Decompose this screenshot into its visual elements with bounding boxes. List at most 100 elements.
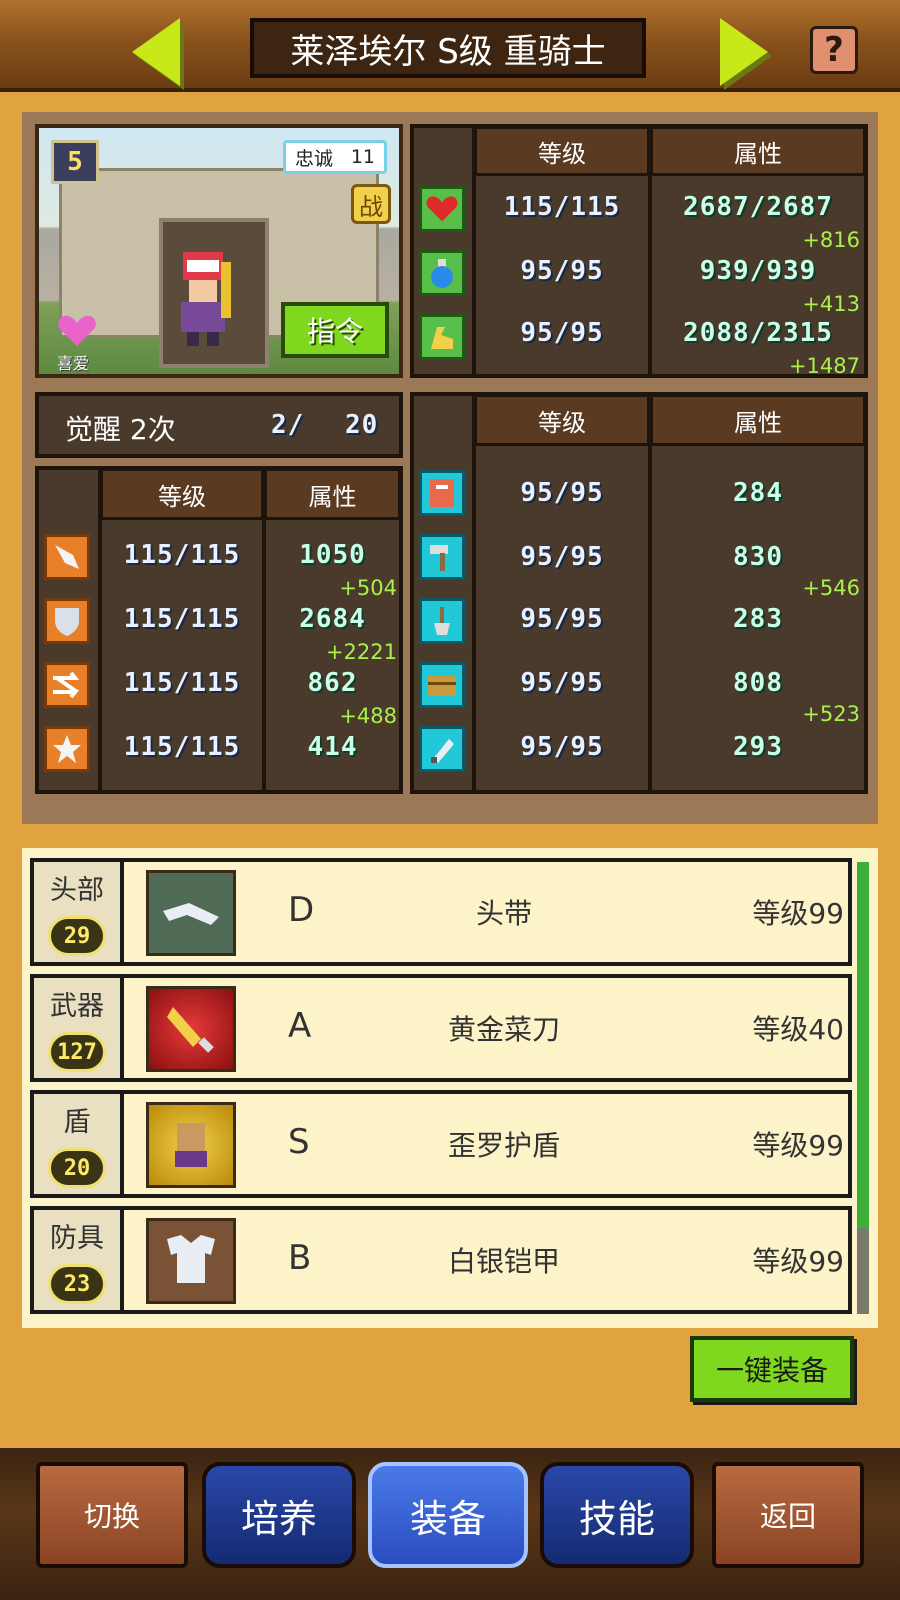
switch-button[interactable]: 切换 [36, 1462, 188, 1568]
main-col-level: 等级 [474, 126, 650, 176]
equipment-row-armor[interactable]: 防具 23 B 白银铠甲 等级99 [30, 1206, 852, 1314]
tab-train[interactable]: 培养 [202, 1462, 356, 1568]
equipment-level: 等级40 [752, 1013, 844, 1046]
shovel-icon [419, 598, 465, 644]
main-col-attr: 属性 [650, 126, 866, 176]
slot-label: 武器 [50, 991, 104, 1022]
hp-value: 2687/2687 [683, 192, 833, 222]
stamina-level: 95/95 [520, 318, 604, 348]
craft-4-bonus: +523 [802, 702, 860, 726]
craft-5-value: 293 [733, 732, 783, 762]
character-title-text: 莱泽埃尔 S级 重骑士 [290, 31, 606, 72]
luck-level: 115/115 [123, 732, 241, 762]
equipment-row-weapon[interactable]: 武器 127 A 黄金菜刀 等级40 [30, 974, 852, 1082]
combat-col-attr: 属性 [264, 468, 401, 520]
equipment-grade: D [288, 890, 315, 930]
mp-level: 95/95 [520, 256, 604, 286]
craft-1-value: 284 [733, 478, 783, 508]
awaken-bar: 觉醒 2次 2/ 20 [35, 392, 403, 458]
sword-icon [44, 534, 90, 580]
equipment-slot: 武器 127 [34, 978, 124, 1078]
shield-icon [44, 598, 90, 644]
silver-armor-icon [146, 1218, 236, 1304]
headband-icon [146, 870, 236, 956]
command-button[interactable]: 指令 [281, 302, 389, 358]
book-icon [419, 470, 465, 516]
craft-2-level: 95/95 [520, 542, 604, 572]
mp-bonus: +413 [802, 292, 860, 316]
craft-col-level: 等级 [474, 394, 650, 446]
slot-level-badge: 20 [48, 1148, 106, 1188]
slot-label: 头部 [50, 875, 104, 906]
attack-bonus: +504 [339, 576, 397, 600]
back-button[interactable]: 返回 [712, 1462, 864, 1568]
speed-value: 862 [307, 668, 358, 698]
equipment-row-head[interactable]: 头部 29 D 头带 等级99 [30, 858, 852, 966]
equipment-level: 等级99 [752, 1129, 844, 1162]
defense-value: 2684 [299, 604, 366, 634]
craft-3-value: 283 [733, 604, 783, 634]
tab-equip[interactable]: 装备 [368, 1462, 528, 1568]
equipment-row-shield[interactable]: 盾 20 S 歪罗护盾 等级99 [30, 1090, 852, 1198]
equipment-slot: 防具 23 [34, 1210, 124, 1310]
equipment-level: 等级99 [752, 897, 844, 930]
slot-level-badge: 23 [48, 1264, 106, 1304]
attack-value: 1050 [299, 540, 366, 570]
stamina-bonus: +1487 [788, 354, 860, 378]
attack-level: 115/115 [123, 540, 241, 570]
heart-icon [419, 186, 465, 232]
craft-5-level: 95/95 [520, 732, 604, 762]
golden-cleaver-icon [146, 986, 236, 1072]
speed-bonus: +488 [339, 704, 397, 728]
next-character-arrow-icon[interactable] [720, 18, 768, 86]
like-label: 喜爱 [57, 354, 90, 373]
stamina-value: 2088/2315 [683, 318, 833, 348]
muscle-icon [419, 314, 465, 360]
potion-icon [419, 250, 465, 296]
like-heart-icon [58, 315, 96, 346]
flask-icon [419, 726, 465, 772]
hp-level: 115/115 [503, 192, 621, 222]
equipment-scrollbar-thumb[interactable] [857, 862, 869, 1228]
awaken-label: 觉醒 2次 [65, 413, 176, 446]
equipment-name: 头带 [475, 897, 532, 930]
craft-4-value: 808 [733, 668, 783, 698]
awaken-count: 2/ [271, 410, 305, 440]
character-portrait: 5 忠诚 11 战 喜爱 指令 [35, 124, 403, 378]
loyalty-label: 忠诚 [294, 147, 333, 170]
loyalty-badge: 忠诚 11 [283, 140, 387, 174]
equipment-grade: S [288, 1122, 310, 1162]
awaken-max: 20 [345, 410, 379, 440]
hammer-icon [419, 534, 465, 580]
chest-icon [419, 662, 465, 708]
equipment-grade: A [288, 1006, 312, 1046]
slot-level-badge: 127 [48, 1032, 106, 1072]
equipment-grade: B [288, 1238, 312, 1278]
equipment-slot: 头部 29 [34, 862, 124, 962]
equip-all-button[interactable]: 一键装备 [690, 1336, 854, 1402]
equipment-level: 等级99 [752, 1245, 844, 1278]
craft-4-level: 95/95 [520, 668, 604, 698]
tab-skill[interactable]: 技能 [540, 1462, 694, 1568]
craft-1-level: 95/95 [520, 478, 604, 508]
defense-level: 115/115 [123, 604, 241, 634]
craft-3-level: 95/95 [520, 604, 604, 634]
prev-character-arrow-icon[interactable] [132, 18, 180, 86]
equipment-name: 黄金菜刀 [447, 1013, 560, 1046]
equipment-name: 歪罗护盾 [447, 1129, 560, 1162]
slot-level-badge: 29 [48, 916, 106, 956]
battle-badge-icon: 战 [351, 184, 391, 224]
luck-value: 414 [307, 732, 358, 762]
loyalty-value: 11 [350, 146, 376, 168]
craft-col-attr: 属性 [650, 394, 866, 446]
knight-sprite [181, 252, 231, 346]
rank-badge: 5 [51, 140, 99, 184]
question-icon: ? [824, 30, 844, 70]
craft-2-bonus: +546 [802, 576, 860, 600]
combat-col-level: 等级 [100, 468, 264, 520]
mp-value: 939/939 [699, 256, 817, 286]
help-button[interactable]: ? [810, 26, 858, 74]
shield-item-icon [146, 1102, 236, 1188]
defense-bonus: +2221 [325, 640, 397, 664]
equipment-slot: 盾 20 [34, 1094, 124, 1194]
